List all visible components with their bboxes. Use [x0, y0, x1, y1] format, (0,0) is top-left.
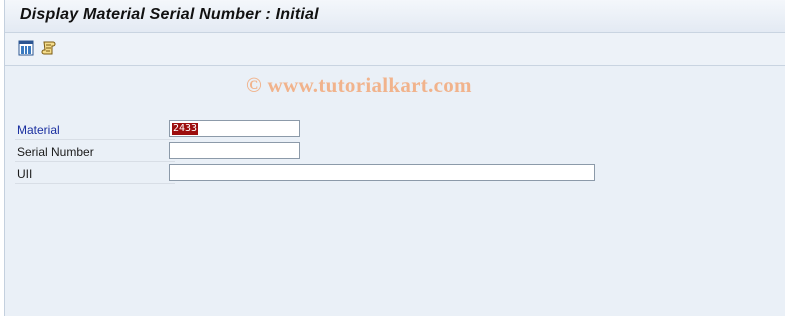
uii-input[interactable]: [169, 164, 595, 181]
material-row: Material: [15, 119, 175, 140]
title-bar: Display Material Serial Number : Initial: [5, 0, 785, 33]
material-label: Material: [17, 123, 60, 137]
watermark-text: © www.tutorialkart.com: [246, 73, 472, 97]
hierarchy-icon: [18, 40, 34, 56]
page-title: Display Material Serial Number : Initial: [20, 6, 319, 23]
serial-number-row: Serial Number: [15, 141, 175, 162]
sap-screen: Display Material Serial Number : Initial…: [4, 0, 785, 316]
material-input[interactable]: 2433: [169, 120, 300, 137]
uii-row: UII: [15, 163, 175, 184]
uii-label: UII: [17, 167, 33, 181]
script-button[interactable]: [40, 39, 58, 57]
hierarchy-button[interactable]: [17, 39, 35, 57]
material-value: 2433: [172, 123, 199, 135]
application-toolbar: © www.tutorialkart.com: [5, 33, 785, 97]
serial-number-label: Serial Number: [17, 145, 94, 159]
script-icon: [41, 41, 56, 55]
serial-number-input[interactable]: [169, 142, 300, 159]
